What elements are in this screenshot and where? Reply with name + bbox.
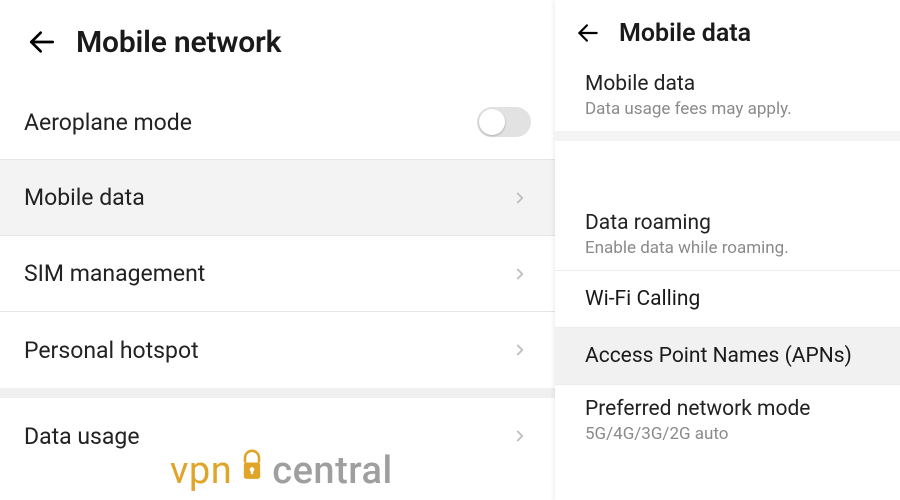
wifi-calling-row[interactable]: Wi-Fi Calling xyxy=(555,271,900,328)
pref-mode-sub: 5G/4G/3G/2G auto xyxy=(585,424,870,444)
header-left: Mobile network xyxy=(0,0,555,84)
mobile-data-screen: Mobile data Mobile data Data usage fees … xyxy=(555,0,900,500)
mobile-data-label: Mobile data xyxy=(585,72,870,96)
aeroplane-mode-row[interactable]: Aeroplane mode xyxy=(0,84,555,160)
back-button[interactable] xyxy=(24,24,60,60)
data-roaming-row[interactable]: Data roaming Enable data while roaming. xyxy=(555,199,900,271)
mobile-data-row[interactable]: Mobile data xyxy=(0,160,555,236)
chevron-right-icon xyxy=(509,339,531,361)
spacer xyxy=(555,141,900,199)
data-usage-label: Data usage xyxy=(24,423,140,450)
back-button[interactable] xyxy=(573,18,603,48)
section-divider xyxy=(0,388,555,398)
mobile-data-toggle-row[interactable]: Mobile data Data usage fees may apply. xyxy=(555,60,900,131)
section-divider xyxy=(555,131,900,141)
personal-hotspot-label: Personal hotspot xyxy=(24,337,199,364)
mobile-data-label: Mobile data xyxy=(24,184,145,211)
aeroplane-mode-label: Aeroplane mode xyxy=(24,109,192,136)
apn-label: Access Point Names (APNs) xyxy=(585,344,870,368)
arrow-left-icon xyxy=(575,20,601,46)
preferred-network-mode-row[interactable]: Preferred network mode 5G/4G/3G/2G auto xyxy=(555,385,900,456)
page-title: Mobile data xyxy=(619,19,751,48)
mobile-data-sub: Data usage fees may apply. xyxy=(585,99,870,119)
pref-mode-label: Preferred network mode xyxy=(585,397,870,421)
mobile-network-screen: Mobile network Aeroplane mode Mobile dat… xyxy=(0,0,555,500)
chevron-right-icon xyxy=(509,263,531,285)
wifi-calling-label: Wi-Fi Calling xyxy=(585,287,870,311)
sim-management-row[interactable]: SIM management xyxy=(0,236,555,312)
sim-management-label: SIM management xyxy=(24,260,205,287)
chevron-right-icon xyxy=(509,187,531,209)
toggle-knob xyxy=(479,109,505,135)
data-roaming-label: Data roaming xyxy=(585,211,870,235)
data-usage-row[interactable]: Data usage xyxy=(0,398,555,474)
chevron-right-icon xyxy=(509,425,531,447)
header-right: Mobile data xyxy=(555,0,900,60)
data-roaming-sub: Enable data while roaming. xyxy=(585,238,870,258)
arrow-left-icon xyxy=(26,26,58,58)
apn-row[interactable]: Access Point Names (APNs) xyxy=(555,328,900,385)
aeroplane-mode-toggle[interactable] xyxy=(477,107,531,137)
personal-hotspot-row[interactable]: Personal hotspot xyxy=(0,312,555,388)
page-title: Mobile network xyxy=(76,25,281,60)
